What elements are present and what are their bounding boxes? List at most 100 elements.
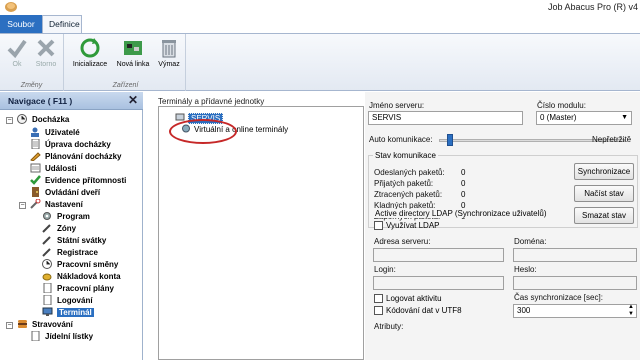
nav-item-planovani-dochazky[interactable]: Plánování docházky (30, 151, 121, 163)
server-address-input[interactable] (373, 248, 504, 262)
document-icon (30, 138, 41, 150)
use-ldap-checkbox[interactable] (374, 221, 383, 230)
navigation-panel: Navigace ( F11 ) ✕ − Docházka Uživatelé … (0, 92, 143, 360)
nav-item-udalosti[interactable]: Události (30, 163, 77, 175)
load-status-button[interactable]: Načíst stav (574, 185, 634, 202)
log-activity-checkbox[interactable] (374, 294, 383, 303)
checkmark-icon (30, 175, 41, 185)
collapse-toggle[interactable]: − (6, 322, 13, 329)
lost-packets-label: Ztracených paketů: (374, 190, 443, 199)
coins-icon (42, 271, 53, 281)
navigation-title: Navigace ( F11 ) (8, 96, 73, 106)
document-icon (42, 282, 53, 294)
login-input[interactable] (373, 276, 504, 290)
nav-item-nakladova-konta[interactable]: Nákladová konta (42, 271, 121, 283)
tab-soubor[interactable]: Soubor (0, 15, 42, 33)
module-label: Číslo modulu: (537, 101, 586, 110)
clear-status-button[interactable]: Smazat stav (574, 207, 634, 224)
pencil-icon (30, 151, 41, 162)
log-activity-label: Logovat aktivitu (386, 294, 442, 303)
nav-item-program[interactable]: Program (42, 211, 90, 223)
nav-item-pracovni-plany[interactable]: Pracovní plány (42, 282, 114, 295)
refresh-icon (80, 38, 100, 58)
document-icon (42, 294, 53, 306)
utf8-checkbox[interactable] (374, 306, 383, 315)
lost-packets-value: 0 (461, 190, 466, 199)
spinner-arrows-icon[interactable]: ▲ ▼ (628, 304, 634, 318)
trash-bin-icon (162, 40, 176, 58)
burger-icon (17, 319, 28, 329)
title-bar: Job Abacus Pro (R) v4 (0, 0, 640, 15)
domain-input[interactable] (513, 248, 637, 262)
sent-packets-label: Odeslaných paketů: (374, 168, 445, 177)
app-logo-icon[interactable] (4, 1, 18, 13)
collapse-toggle[interactable]: − (19, 202, 26, 209)
sent-packets-value: 0 (461, 168, 466, 177)
server-name-label: Jméno serveru: (369, 101, 425, 110)
nav-item-dochazka[interactable]: Docházka (17, 114, 69, 126)
server-name-input[interactable]: SERVIS (368, 111, 523, 125)
document-icon (30, 330, 41, 342)
domain-label: Doména: (514, 237, 547, 246)
gear-icon (42, 211, 53, 221)
storno-button[interactable]: Storno (31, 37, 61, 75)
received-packets-label: Přijatých paketů: (374, 179, 434, 188)
collapse-toggle[interactable]: − (6, 117, 13, 124)
circuit-board-icon (124, 41, 142, 55)
module-select[interactable]: 0 (Master) ▼ (536, 111, 632, 125)
synchronize-button[interactable]: Synchronizace (574, 163, 634, 180)
nav-item-jidelni-listky[interactable]: Jídelní lístky (30, 330, 93, 343)
pen-icon (42, 235, 53, 245)
door-icon (30, 187, 41, 197)
ldap-title: Active directory LDAP (Synchronizace uži… (373, 209, 549, 218)
ribbon-group-zmeny: Ok Storno Změny (0, 34, 64, 91)
server-address-label: Adresa serveru: (374, 237, 431, 246)
close-icon[interactable]: ✕ (128, 93, 138, 107)
user-icon (30, 127, 41, 137)
nav-item-uzivatele[interactable]: Uživatelé (30, 127, 80, 139)
password-label: Heslo: (514, 265, 537, 274)
use-ldap-label: Využívat LDAP (386, 221, 440, 230)
login-label: Login: (374, 265, 396, 274)
navigation-header: Navigace ( F11 ) ✕ (0, 92, 143, 110)
nav-item-registrace[interactable]: Registrace (42, 247, 98, 259)
nav-item-zony[interactable]: Zóny (42, 223, 76, 235)
received-packets-value: 0 (461, 179, 466, 188)
ribbon-tabs: Soubor Definice (0, 15, 640, 33)
auto-comm-label: Auto komunikace: (369, 135, 433, 144)
auto-comm-slider-thumb[interactable] (447, 134, 454, 146)
monitor-icon (42, 307, 53, 317)
nav-item-terminal[interactable]: Terminál (42, 307, 94, 319)
tab-definice[interactable]: Definice (42, 15, 82, 33)
settings-panel: Jméno serveru: SERVIS Číslo modulu: 0 (M… (365, 92, 640, 360)
chevron-down-icon: ▼ (621, 114, 628, 121)
tools-icon (30, 198, 41, 209)
sync-time-label: Čas synchronizace [sec]: (514, 293, 603, 302)
nav-item-statni-svatky[interactable]: Státní svátky (42, 235, 106, 247)
nova-linka-button[interactable]: Nová linka (114, 37, 152, 75)
pen-icon (42, 223, 53, 233)
list-icon (30, 163, 41, 173)
sync-time-input[interactable]: 300 ▲ ▼ (513, 304, 637, 318)
auto-comm-end-label: Nepřetržitě (592, 135, 632, 144)
nav-item-pracovni-smeny[interactable]: Pracovní směny (42, 259, 118, 271)
nav-item-ovladani-dveri[interactable]: Ovládání dveří (30, 187, 100, 199)
password-input[interactable] (513, 276, 637, 290)
nav-item-evidence-pritomnosti[interactable]: Evidence přítomnosti (30, 175, 126, 187)
terminals-label: Terminály a přídavné jednotky (158, 97, 265, 106)
nav-item-nastaveni[interactable]: Nastavení (30, 198, 83, 211)
ribbon: Ok Storno Změny Inicializace Nová linka … (0, 33, 640, 91)
inicializace-button[interactable]: Inicializace (70, 37, 110, 75)
nav-item-uprava-dochazky[interactable]: Úprava docházky (30, 138, 111, 151)
clock-icon (17, 114, 28, 124)
ribbon-group-label: Zařízení (112, 82, 139, 89)
clock-icon (42, 259, 53, 269)
nav-item-logovani[interactable]: Logování (42, 294, 93, 307)
window-title: Job Abacus Pro (R) v4 (547, 2, 638, 12)
utf8-label: Kódování dat v UTF8 (386, 306, 462, 315)
ok-button[interactable]: Ok (2, 37, 32, 75)
vymaz-button[interactable]: Výmaz (154, 37, 184, 75)
nav-item-stravovani[interactable]: Stravování (17, 319, 73, 331)
pen-icon (42, 247, 53, 257)
cross-icon (37, 39, 55, 57)
